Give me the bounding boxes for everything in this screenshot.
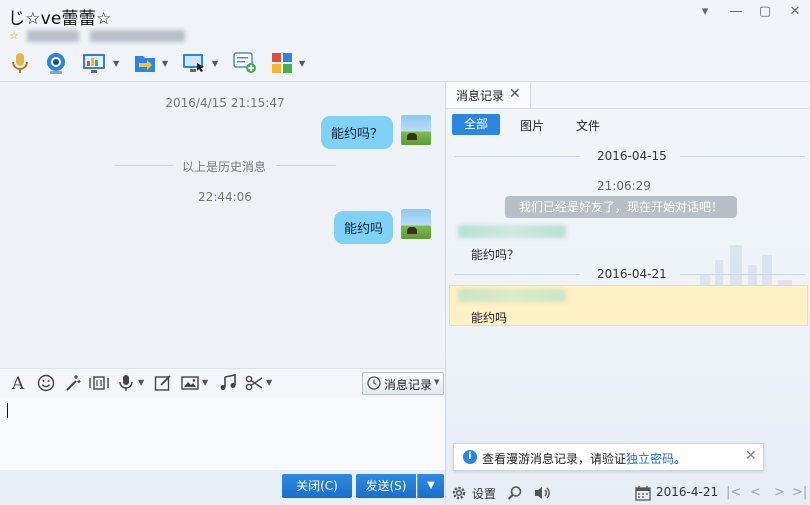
message-bubble[interactable]: 能约吗 (334, 211, 394, 244)
tab-label: 消息记录 (456, 89, 505, 103)
blurred-sender-name (458, 289, 566, 302)
send-button[interactable]: 发送(S) (356, 474, 416, 498)
info-icon: i (463, 450, 477, 464)
magic-wand-icon[interactable] (63, 374, 83, 394)
history-date: 2016-04-21 (597, 267, 667, 281)
history-time: 21:06:29 (597, 179, 651, 193)
blurred-sender-name (458, 225, 566, 238)
file-transfer-dropdown-icon[interactable]: ▼ (162, 59, 168, 68)
date-line-right (680, 156, 805, 157)
search-icon[interactable] (507, 485, 523, 504)
close-button[interactable]: 关闭(C) (282, 474, 352, 498)
vip-star-icon: ☆ (9, 29, 19, 42)
maximize-button[interactable]: ▢ (756, 4, 774, 20)
music-icon[interactable] (218, 374, 238, 394)
history-message-text[interactable]: 能约吗？ (471, 246, 519, 263)
send-options-button[interactable]: ▼ (417, 474, 444, 498)
screenshot-icon[interactable] (89, 374, 109, 394)
message-timestamp: 22:44:06 (198, 190, 252, 204)
history-divider-line-right (276, 165, 336, 166)
minimize-button[interactable]: — (727, 4, 745, 20)
tab-bar-divider (446, 108, 810, 109)
image-dropdown-icon[interactable]: ▼ (202, 378, 208, 387)
menu-dropdown-button[interactable]: ▾ (696, 4, 714, 20)
date-line-left (455, 156, 580, 157)
blurred-signature (27, 30, 79, 42)
voice-dropdown-icon[interactable]: ▼ (138, 378, 144, 387)
new-discussion-icon[interactable] (233, 51, 257, 75)
file-transfer-icon[interactable] (133, 51, 157, 75)
last-page-icon[interactable]: >| (792, 485, 807, 500)
notice-prefix: 查看漫游消息记录，请验证 (482, 452, 627, 466)
filter-images-tab[interactable]: 图片 (520, 117, 544, 134)
notice-text: 查看漫游消息记录，请验证独立密码。 (482, 450, 686, 467)
message-history-button[interactable]: 消息记录 ▼ (362, 372, 444, 395)
blurred-status (90, 30, 185, 42)
edit-icon[interactable] (153, 374, 173, 394)
clock-icon (367, 376, 381, 393)
history-date: 2016-04-15 (597, 149, 667, 163)
message-timestamp: 2016/4/15 21:15:47 (165, 96, 285, 110)
speaker-icon[interactable] (534, 485, 552, 504)
history-divider-text: 以上是历史消息 (181, 160, 266, 174)
avatar[interactable] (401, 209, 431, 239)
filter-all-tab[interactable]: 全部 (452, 114, 500, 135)
scissors-icon[interactable] (244, 374, 264, 394)
history-message-text[interactable]: 能约吗 (471, 309, 507, 326)
microphone-icon[interactable] (8, 51, 32, 75)
remote-desktop-dropdown-icon[interactable]: ▼ (212, 59, 218, 68)
date-line-left (455, 274, 580, 275)
contact-name: じ☆ve蕾蕾☆ (8, 9, 112, 29)
date-line-right (680, 274, 805, 275)
chevron-down-icon: ▼ (434, 378, 440, 386)
voice-message-icon[interactable] (116, 374, 136, 394)
previous-page-icon[interactable]: < (750, 485, 761, 500)
history-divider-line-left (115, 165, 173, 166)
close-notice-icon[interactable]: ✕ (745, 448, 757, 464)
history-date-picker[interactable]: 2016-4-21 (656, 485, 718, 499)
remote-desktop-icon[interactable] (182, 51, 206, 75)
calendar-icon[interactable] (635, 485, 651, 504)
notice-suffix: 。 (674, 452, 687, 466)
font-icon[interactable]: A (8, 374, 28, 394)
settings-label[interactable]: 设置 (472, 485, 496, 502)
emoji-icon[interactable] (36, 374, 56, 394)
image-icon[interactable] (180, 374, 200, 394)
apps-icon[interactable] (270, 51, 294, 75)
close-window-button[interactable]: ✕ (786, 4, 804, 20)
screen-share-icon[interactable] (82, 51, 106, 75)
message-history-label: 消息记录 (384, 378, 433, 392)
close-tab-icon[interactable]: ✕ (509, 86, 521, 102)
next-page-icon[interactable]: > (774, 485, 785, 500)
gear-icon[interactable] (451, 485, 467, 504)
video-call-icon[interactable] (44, 51, 68, 75)
first-page-icon[interactable]: |< (726, 485, 741, 500)
avatar[interactable] (401, 115, 431, 145)
text-cursor (7, 403, 8, 418)
filter-files-tab[interactable]: 文件 (576, 117, 600, 134)
screen-share-dropdown-icon[interactable]: ▼ (113, 59, 119, 68)
system-message: 我们已经是好友了，现在开始对话吧！ (505, 196, 737, 218)
message-bubble[interactable]: 能约吗？ (321, 116, 394, 149)
apps-dropdown-icon[interactable]: ▼ (299, 59, 305, 68)
scissors-dropdown-icon[interactable]: ▼ (266, 378, 272, 387)
message-input[interactable] (0, 398, 445, 470)
independent-password-link[interactable]: 独立密码 (626, 452, 674, 466)
